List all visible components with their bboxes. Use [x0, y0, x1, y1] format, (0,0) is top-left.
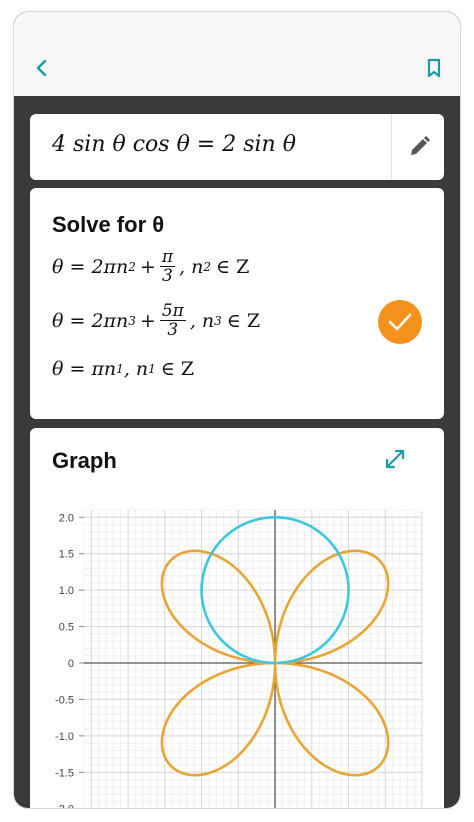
y-tick-label: 0 — [68, 658, 74, 670]
y-tick-label: 2.0 — [59, 512, 74, 524]
y-tick-label: 1.0 — [59, 585, 74, 597]
pencil-icon — [411, 136, 430, 155]
equation-text: 4 sin θ cos θ = 2 sin θ — [52, 132, 296, 157]
graph-card: Graph 2.0 1.5 1.0 0.5 0 -0.5 -1.0 -1.5 -2.0 — [30, 428, 444, 808]
verify-check-button[interactable] — [378, 300, 422, 344]
phone-screen: 4 sin θ cos θ = 2 sin θ Solve for θ θ = … — [14, 12, 460, 808]
solution-line-1: θ = 2πn 2 + π3 , n2 ∈ Z — [52, 247, 250, 286]
y-tick-label: -1.0 — [55, 731, 74, 743]
expand-arrows-icon[interactable] — [382, 446, 408, 472]
y-tick-label: 1.5 — [59, 549, 74, 561]
y-tick-label: -2.0 — [55, 804, 74, 808]
fraction: 5π 3 — [159, 301, 186, 340]
bookmark-icon[interactable] — [422, 56, 446, 80]
checkmark-icon — [388, 313, 412, 331]
y-tick-label: -0.5 — [55, 694, 74, 706]
equation-card[interactable]: 4 sin θ cos θ = 2 sin θ — [30, 114, 444, 180]
fraction: π3 — [159, 247, 176, 286]
chevron-left-icon[interactable] — [30, 56, 54, 80]
y-tick-label: -1.5 — [55, 767, 74, 779]
solution-line-2: θ = 2πn 3 + 5π 3 , n3 ∈ Z — [52, 301, 261, 340]
solve-card: Solve for θ θ = 2πn 2 + π3 , n2 ∈ Z θ = 2… — [30, 188, 444, 419]
y-tick-label: 0.5 — [59, 622, 74, 634]
graph-title: Graph — [52, 448, 117, 473]
top-bar — [14, 12, 460, 96]
solution-line-3: θ = πn 1 , n1 ∈ Z — [52, 358, 195, 380]
graph-plot[interactable]: 2.0 1.5 1.0 0.5 0 -0.5 -1.0 -1.5 -2.0 — [30, 498, 444, 808]
edit-equation-button[interactable] — [391, 114, 444, 180]
solve-title: Solve for θ — [52, 212, 165, 237]
